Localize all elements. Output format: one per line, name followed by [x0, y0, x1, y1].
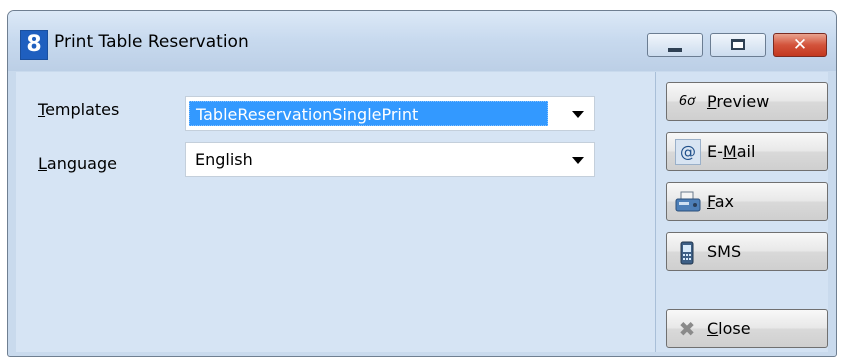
chevron-down-icon[interactable] — [572, 157, 584, 164]
title-bar[interactable]: 8 Print Table Reservation ✕ — [8, 11, 836, 71]
at-sign-icon: @ — [675, 139, 701, 165]
email-button[interactable]: @ E-Mail — [666, 132, 828, 171]
preview-hotkey: P — [707, 92, 717, 111]
close-button[interactable]: ✖ Close — [666, 309, 828, 348]
preview-button[interactable]: 6ơ Preview — [666, 82, 828, 121]
language-dropdown[interactable]: English — [185, 142, 595, 177]
app-logo-icon: 8 — [20, 30, 48, 60]
maximize-icon — [731, 39, 745, 50]
language-selected-value[interactable]: English — [189, 147, 259, 172]
window-title: Print Table Reservation — [54, 32, 249, 52]
mobile-phone-icon — [675, 241, 699, 265]
sms-button[interactable]: SMS — [666, 232, 828, 271]
dialog-body: Templates TableReservationSinglePrint La… — [16, 72, 828, 352]
templates-label-text: emplates — [45, 100, 120, 119]
language-label-text: anguage — [46, 154, 117, 173]
language-label: Language — [38, 154, 117, 173]
form-panel: Templates TableReservationSinglePrint La… — [16, 72, 656, 352]
sms-label: SMS — [707, 242, 742, 261]
fax-button[interactable]: Fax — [666, 182, 828, 221]
preview-label: Preview — [707, 92, 769, 111]
fax-hotkey: F — [707, 192, 715, 211]
templates-label-hotkey: T — [38, 100, 46, 119]
fax-text: ax — [714, 192, 735, 211]
email-label: E-Mail — [707, 142, 755, 161]
print-table-reservation-window: 8 Print Table Reservation ✕ Templates Ta… — [7, 10, 837, 357]
close-icon: ✕ — [792, 35, 808, 55]
minimize-icon — [668, 48, 682, 52]
email-text: ail — [736, 142, 756, 161]
chevron-down-icon[interactable] — [572, 111, 584, 118]
maximize-button[interactable] — [710, 33, 766, 57]
close-label: Close — [707, 319, 751, 338]
minimize-button[interactable] — [647, 33, 703, 57]
templates-label: Templates — [38, 100, 119, 119]
close-hotkey: C — [707, 319, 719, 338]
fax-icon — [675, 191, 701, 213]
close-text: lose — [718, 319, 751, 338]
actions-panel: 6ơ Preview @ E-Mail Fax SMS ✖ Close — [657, 72, 828, 352]
email-hotkey: M — [722, 142, 737, 161]
fax-label: Fax — [707, 192, 734, 211]
templates-dropdown[interactable]: TableReservationSinglePrint — [185, 96, 595, 131]
templates-selected-value[interactable]: TableReservationSinglePrint — [189, 101, 548, 126]
email-text-prefix: E- — [707, 142, 723, 161]
language-label-hotkey: L — [38, 154, 47, 173]
close-x-icon: ✖ — [678, 317, 696, 341]
close-window-button[interactable]: ✕ — [773, 33, 827, 57]
preview-text: review — [716, 92, 770, 111]
glasses-icon: 6ơ — [678, 94, 696, 109]
